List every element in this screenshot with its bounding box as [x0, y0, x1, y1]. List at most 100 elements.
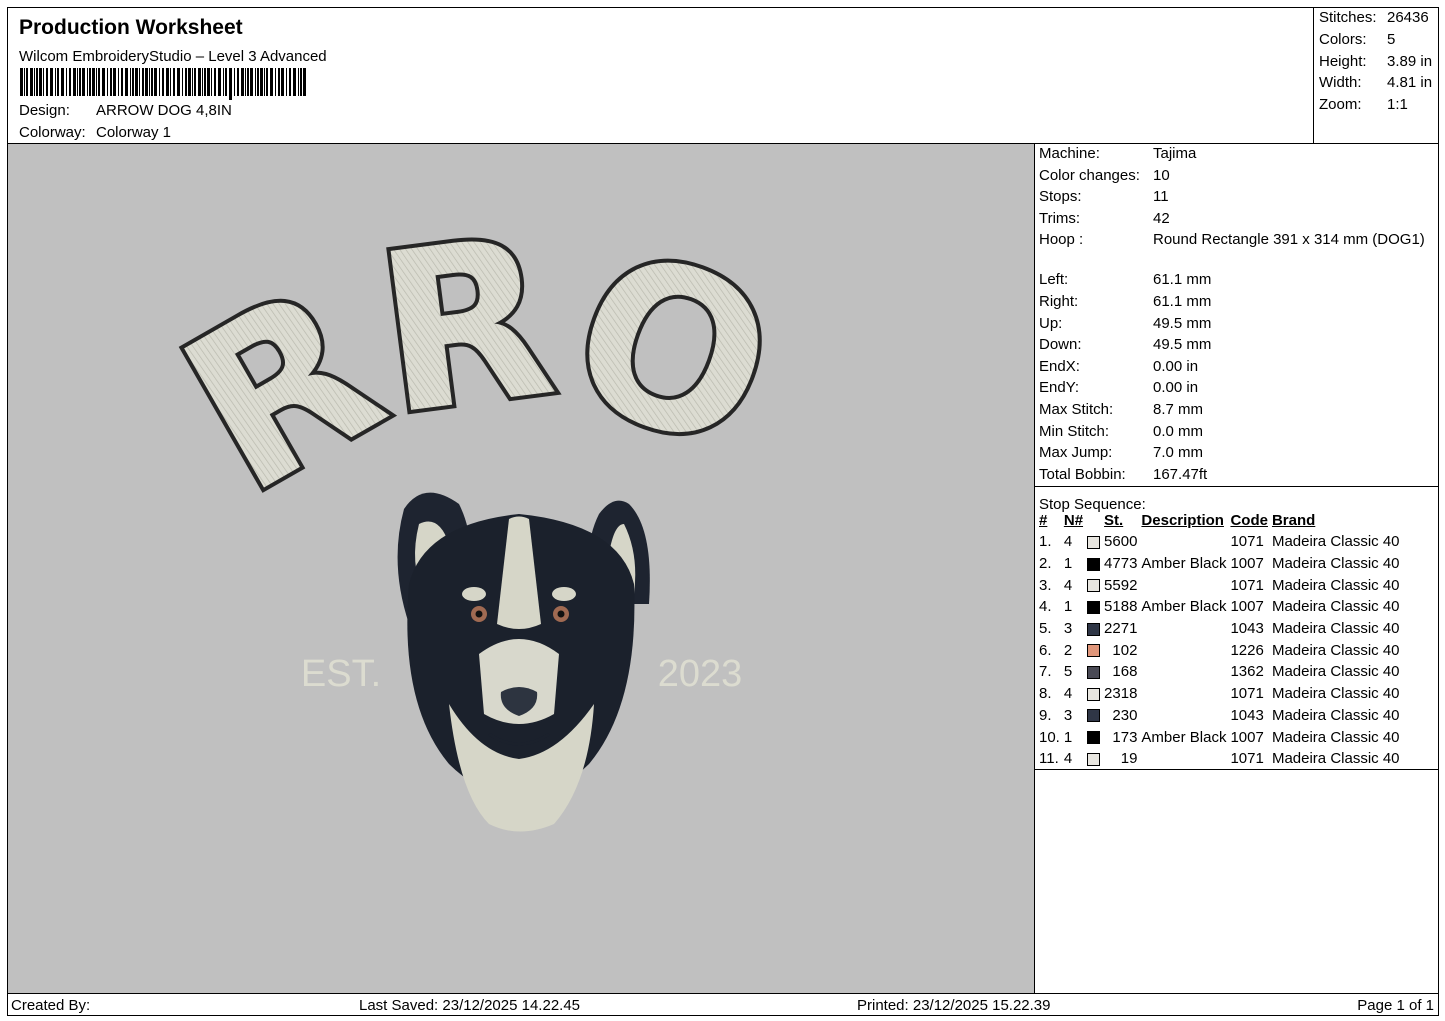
- table-header-row: # N# St. Description Code Brand: [1037, 510, 1402, 531]
- row-code: 1071: [1230, 750, 1264, 768]
- row-needle: 4: [1063, 576, 1073, 594]
- design-name: ARROW DOG 4,8IN: [96, 102, 232, 119]
- row-description: Amber Black: [1141, 598, 1227, 616]
- barcode-image: [20, 68, 306, 100]
- machine-info-value: Tajima: [1153, 145, 1197, 162]
- machine-info-value: 49.5 mm: [1153, 314, 1212, 332]
- col-index: #: [1039, 512, 1048, 529]
- row-brand: Madeira Classic 40: [1271, 641, 1400, 659]
- machine-info-label: Machine:: [1039, 145, 1100, 162]
- row-description: [1139, 574, 1228, 596]
- row-description: Amber Black: [1141, 728, 1227, 746]
- machine-info-label: EndY:: [1039, 379, 1080, 397]
- table-row: 3. 4 5592 1071 Madeira Classic 40: [1037, 574, 1402, 596]
- row-needle: 1: [1063, 555, 1073, 573]
- row-code: 1043: [1230, 620, 1264, 638]
- machine-info-value: 167.47ft: [1153, 465, 1208, 483]
- row-swatch: [1085, 618, 1102, 640]
- stat-width: Width: 4.81 in: [1319, 74, 1433, 91]
- row-index: 7.: [1039, 663, 1052, 681]
- row-description: [1139, 661, 1228, 683]
- color-swatch: [1087, 752, 1101, 766]
- row-swatch: [1085, 726, 1102, 748]
- machine-info-value: 49.5 mm: [1153, 336, 1212, 354]
- table-row: 2. 1 4773 Amber Black 1007 Madeira Classic 40: [1037, 553, 1402, 575]
- row-swatch: [1085, 705, 1102, 727]
- row-needle: 4: [1063, 685, 1073, 703]
- worksheet-header: Production Worksheet Wilcom EmbroiderySt…: [7, 7, 1439, 144]
- color-swatch: [1087, 709, 1101, 723]
- row-stitches: 2271: [1104, 620, 1138, 638]
- machine-info-label: Right:: [1039, 293, 1079, 310]
- arrow-lettering: ARROW: [0, 0, 808, 547]
- dog-head-embroidery: [397, 492, 650, 832]
- machine-info-value: 61.1 mm: [1153, 293, 1212, 310]
- row-code: 1007: [1230, 555, 1264, 573]
- row-swatch: [1085, 683, 1102, 705]
- table-row: 9. 3 230 1043 Madeira Classic 40: [1037, 705, 1402, 727]
- machine-info-label: Hoop :: [1039, 231, 1084, 249]
- svg-text:ARROW: ARROW: [8, 144, 800, 543]
- row-description: [1139, 748, 1228, 770]
- row-index: 3.: [1039, 576, 1052, 594]
- machine-info-label: Min Stitch:: [1039, 422, 1110, 440]
- color-swatch: [1087, 535, 1101, 549]
- row-needle: 1: [1063, 728, 1073, 746]
- machine-info-label: Down:: [1039, 336, 1082, 354]
- machine-info-label: Max Jump:: [1039, 444, 1113, 462]
- row-needle: 3: [1063, 620, 1073, 638]
- colorway-value: Colorway 1: [96, 124, 172, 141]
- machine-info-label: Up:: [1039, 314, 1063, 332]
- stat-stitches: Stitches: 26436: [1319, 9, 1429, 26]
- row-stitches: 2318: [1104, 685, 1138, 703]
- design-preview: ARROW: [0, 0, 1035, 994]
- row-needle: 5: [1063, 663, 1073, 681]
- stop-sequence-table: # N# St. Description Code Brand 1. 4 5600 1…: [1037, 510, 1402, 770]
- machine-info-label: Max Stitch:: [1039, 401, 1114, 418]
- arrow-text: ARROW: [0, 0, 808, 547]
- design-stats: Stitches: 26436 Colors: 5 Height: 3.89 in W…: [1313, 7, 1439, 144]
- row-brand: Madeira Classic 40: [1271, 598, 1400, 616]
- color-swatch: [1087, 622, 1101, 636]
- row-stitches: 173: [1112, 728, 1138, 746]
- col-description: Description: [1141, 512, 1224, 529]
- row-index: 4.: [1039, 598, 1052, 616]
- row-stitches: 5600: [1104, 533, 1138, 551]
- machine-info-value: Round Rectangle 391 x 314 mm (DOG1): [1153, 231, 1425, 249]
- row-brand: Madeira Classic 40: [1271, 728, 1400, 746]
- row-index: 2.: [1039, 555, 1052, 573]
- row-stitches: 230: [1112, 706, 1138, 724]
- created-by: Created By:: [11, 997, 91, 1014]
- row-brand: Madeira Classic 40: [1271, 685, 1400, 703]
- color-swatch: [1087, 644, 1101, 658]
- row-needle: 3: [1063, 706, 1073, 724]
- row-brand: Madeira Classic 40: [1271, 576, 1400, 594]
- row-description: [1139, 531, 1228, 553]
- row-needle: 2: [1063, 641, 1073, 659]
- machine-info-label: Stops:: [1039, 188, 1082, 206]
- color-swatch: [1087, 579, 1101, 593]
- row-brand: Madeira Classic 40: [1271, 706, 1400, 724]
- machine-info-label: Trims:: [1039, 209, 1081, 227]
- row-code: 1071: [1230, 533, 1264, 551]
- machine-info-value: 7.0 mm: [1153, 444, 1204, 462]
- row-index: 9.: [1039, 706, 1052, 724]
- row-brand: Madeira Classic 40: [1271, 620, 1400, 638]
- color-swatch: [1087, 666, 1101, 679]
- row-description: Amber Black: [1141, 555, 1227, 573]
- row-code: 1007: [1230, 728, 1264, 746]
- machine-info-value: 0.00 in: [1153, 379, 1199, 397]
- row-swatch: [1085, 574, 1102, 596]
- machine-info-value: 8.7 mm: [1153, 401, 1204, 418]
- machine-info-label: EndX:: [1039, 357, 1080, 375]
- color-swatch: [1087, 687, 1101, 701]
- col-stitches: St.: [1104, 512, 1124, 529]
- row-swatch: [1085, 661, 1102, 683]
- row-description: [1139, 705, 1228, 727]
- stat-zoom: Zoom: 1:1: [1319, 96, 1408, 113]
- row-index: 8.: [1039, 685, 1052, 703]
- row-needle: 1: [1063, 598, 1073, 616]
- color-swatch: [1087, 600, 1101, 614]
- machine-info-value: 0.00 in: [1153, 357, 1199, 375]
- machine-info-value: 10: [1153, 166, 1170, 184]
